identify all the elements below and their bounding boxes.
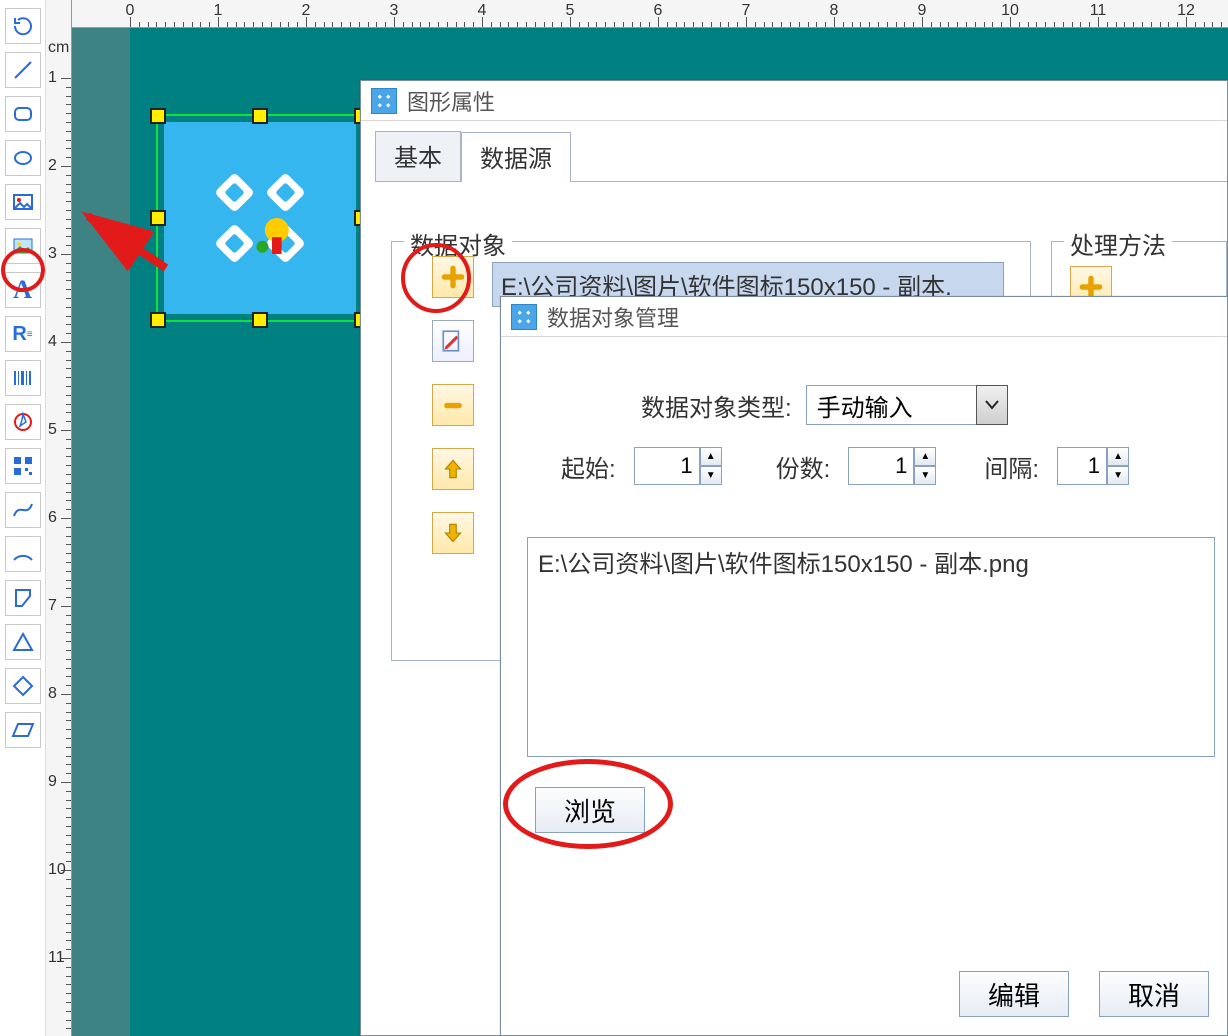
line-tool[interactable] (5, 52, 41, 88)
add-button[interactable] (432, 256, 474, 298)
cancel-button[interactable]: 取消 (1099, 971, 1209, 1017)
start-spinner[interactable]: ▲▼ (634, 447, 722, 485)
spin-up-icon[interactable]: ▲ (914, 447, 936, 466)
dropdown-arrow-icon[interactable] (976, 385, 1008, 425)
browse-button[interactable]: 浏览 (535, 787, 645, 833)
tab-data-source[interactable]: 数据源 (461, 132, 571, 182)
shape-tool[interactable] (5, 580, 41, 616)
arc-tool[interactable] (5, 536, 41, 572)
move-down-button[interactable] (432, 512, 474, 554)
qr-tool[interactable] (5, 448, 41, 484)
vertical-ruler: cm 1234567891011 (46, 0, 72, 1036)
spin-down-icon[interactable]: ▼ (700, 466, 722, 485)
app-icon (371, 88, 397, 114)
picture-tool[interactable] (5, 228, 41, 264)
path-textbox[interactable] (527, 537, 1215, 757)
interval-spinner[interactable]: ▲▼ (1057, 447, 1129, 485)
start-label: 起始: (561, 449, 616, 484)
triangle-tool[interactable] (5, 624, 41, 660)
edit-item-button[interactable] (432, 320, 474, 362)
selected-image-object[interactable] (156, 114, 364, 322)
spin-up-icon[interactable]: ▲ (1107, 447, 1129, 466)
barcode-tool[interactable] (5, 360, 41, 396)
remove-button[interactable] (432, 384, 474, 426)
start-input[interactable] (634, 447, 700, 485)
interval-input[interactable] (1057, 447, 1107, 485)
dialog-title-text: 图形属性 (407, 85, 495, 117)
spin-down-icon[interactable]: ▼ (914, 466, 936, 485)
dialog-title-text: 数据对象管理 (547, 301, 679, 333)
rich-text-tool[interactable]: R≡ (5, 316, 41, 352)
insert-image-tool[interactable] (5, 184, 41, 220)
text-tool[interactable]: A (5, 272, 41, 308)
tab-basic[interactable]: 基本 (375, 131, 461, 181)
round-rect-tool[interactable] (5, 96, 41, 132)
spin-up-icon[interactable]: ▲ (700, 447, 722, 466)
process-method-label: 处理方法 (1064, 226, 1172, 261)
copies-input[interactable] (848, 447, 914, 485)
parallelogram-tool[interactable] (5, 712, 41, 748)
tabs: 基本 数据源 (375, 131, 1227, 182)
polygon-tool[interactable] (5, 404, 41, 440)
type-combo-value[interactable] (806, 385, 976, 425)
interval-label: 间隔: (984, 449, 1039, 484)
dialog-titlebar[interactable]: 数据对象管理 (501, 297, 1227, 337)
app-icon (511, 304, 537, 330)
dialog-titlebar[interactable]: 图形属性 (361, 81, 1227, 121)
edit-button[interactable]: 编辑 (959, 971, 1069, 1017)
rotate-tool[interactable] (5, 8, 41, 44)
diamond-tool[interactable] (5, 668, 41, 704)
tool-palette: A R≡ (0, 0, 46, 1036)
spin-down-icon[interactable]: ▼ (1107, 466, 1129, 485)
type-combo[interactable] (806, 385, 1008, 425)
ruler-unit-label: cm (48, 39, 69, 57)
ellipse-tool[interactable] (5, 140, 41, 176)
guide-column (72, 28, 130, 1036)
data-object-manager-dialog: 数据对象管理 数据对象类型: 起始: ▲▼ 份数: ▲▼ 间隔: ▲▼ 浏览 (500, 296, 1228, 1036)
move-up-button[interactable] (432, 448, 474, 490)
type-label: 数据对象类型: (641, 388, 792, 423)
copies-label: 份数: (776, 449, 831, 484)
curve-tool[interactable] (5, 492, 41, 528)
placed-image (164, 122, 356, 314)
horizontal-ruler: 0123456789101112 (72, 0, 1228, 28)
copies-spinner[interactable]: ▲▼ (848, 447, 936, 485)
